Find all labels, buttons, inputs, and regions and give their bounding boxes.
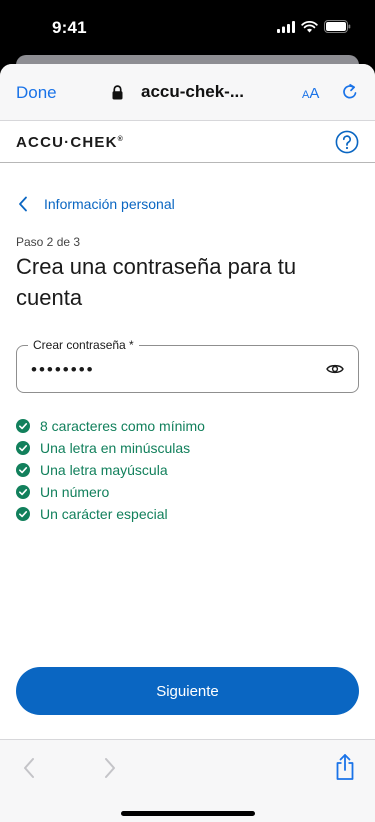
battery-icon (324, 20, 351, 33)
share-icon[interactable] (334, 753, 356, 781)
help-icon[interactable] (335, 130, 359, 154)
safari-sheet: Done accu-chek-... AA ACCU·CHEK® Informa… (0, 64, 375, 822)
safari-top-bar: Done accu-chek-... AA (0, 64, 375, 121)
page-title: Crea una contraseña para tu cuenta (16, 254, 297, 310)
check-circle-icon (16, 507, 30, 521)
address-bar[interactable]: accu-chek-... (112, 82, 244, 102)
requirement-text: Una letra en minúsculas (40, 440, 191, 456)
back-link[interactable]: Información personal (18, 196, 175, 212)
password-requirements: 8 caracteres como mínimo Una letra en mi… (16, 415, 205, 525)
text-size-large-label: A (309, 85, 320, 102)
cellular-signal-icon (277, 20, 295, 33)
next-button[interactable]: Siguiente (16, 667, 359, 715)
chevron-left-icon (19, 196, 27, 212)
password-field[interactable]: Crear contraseña * •••••••• (16, 338, 359, 393)
requirement-text: Un número (40, 484, 110, 500)
requirement-item: Un número (16, 481, 205, 503)
safari-bottom-toolbar (0, 739, 375, 822)
back-link-label: Información personal (44, 196, 175, 212)
requirement-text: Un carácter especial (40, 506, 168, 522)
eye-icon[interactable] (326, 362, 344, 376)
status-time: 9:41 (52, 18, 87, 37)
url-text: accu-chek-... (141, 82, 244, 101)
lock-icon (112, 84, 123, 99)
status-bar: 9:41 (0, 0, 375, 56)
brand-name: ACCU·CHEK (16, 134, 118, 151)
check-circle-icon (16, 463, 30, 477)
status-icons (277, 20, 351, 33)
text-size-button[interactable]: AA (302, 85, 319, 102)
site-header: ACCU·CHEK® (0, 121, 375, 163)
check-circle-icon (16, 419, 30, 433)
requirement-item: Un carácter especial (16, 503, 205, 525)
step-indicator: Paso 2 de 3 (16, 235, 81, 249)
requirement-item: 8 caracteres como mínimo (16, 415, 205, 437)
wifi-icon (301, 20, 318, 32)
requirement-text: 8 caracteres como mínimo (40, 418, 205, 434)
requirement-item: Una letra en minúsculas (16, 437, 205, 459)
browser-back-icon[interactable] (22, 757, 36, 779)
requirement-item: Una letra mayúscula (16, 459, 205, 481)
password-label: Crear contraseña * (28, 338, 139, 352)
check-circle-icon (16, 441, 30, 455)
done-button[interactable]: Done (16, 83, 57, 103)
password-input[interactable]: •••••••• (31, 360, 95, 380)
brand-logo[interactable]: ACCU·CHEK® (16, 134, 123, 151)
reload-icon[interactable] (340, 82, 360, 102)
brand-registered-mark: ® (117, 136, 123, 143)
home-indicator (121, 811, 255, 816)
requirement-text: Una letra mayúscula (40, 462, 168, 478)
browser-forward-icon[interactable] (103, 757, 117, 779)
check-circle-icon (16, 485, 30, 499)
